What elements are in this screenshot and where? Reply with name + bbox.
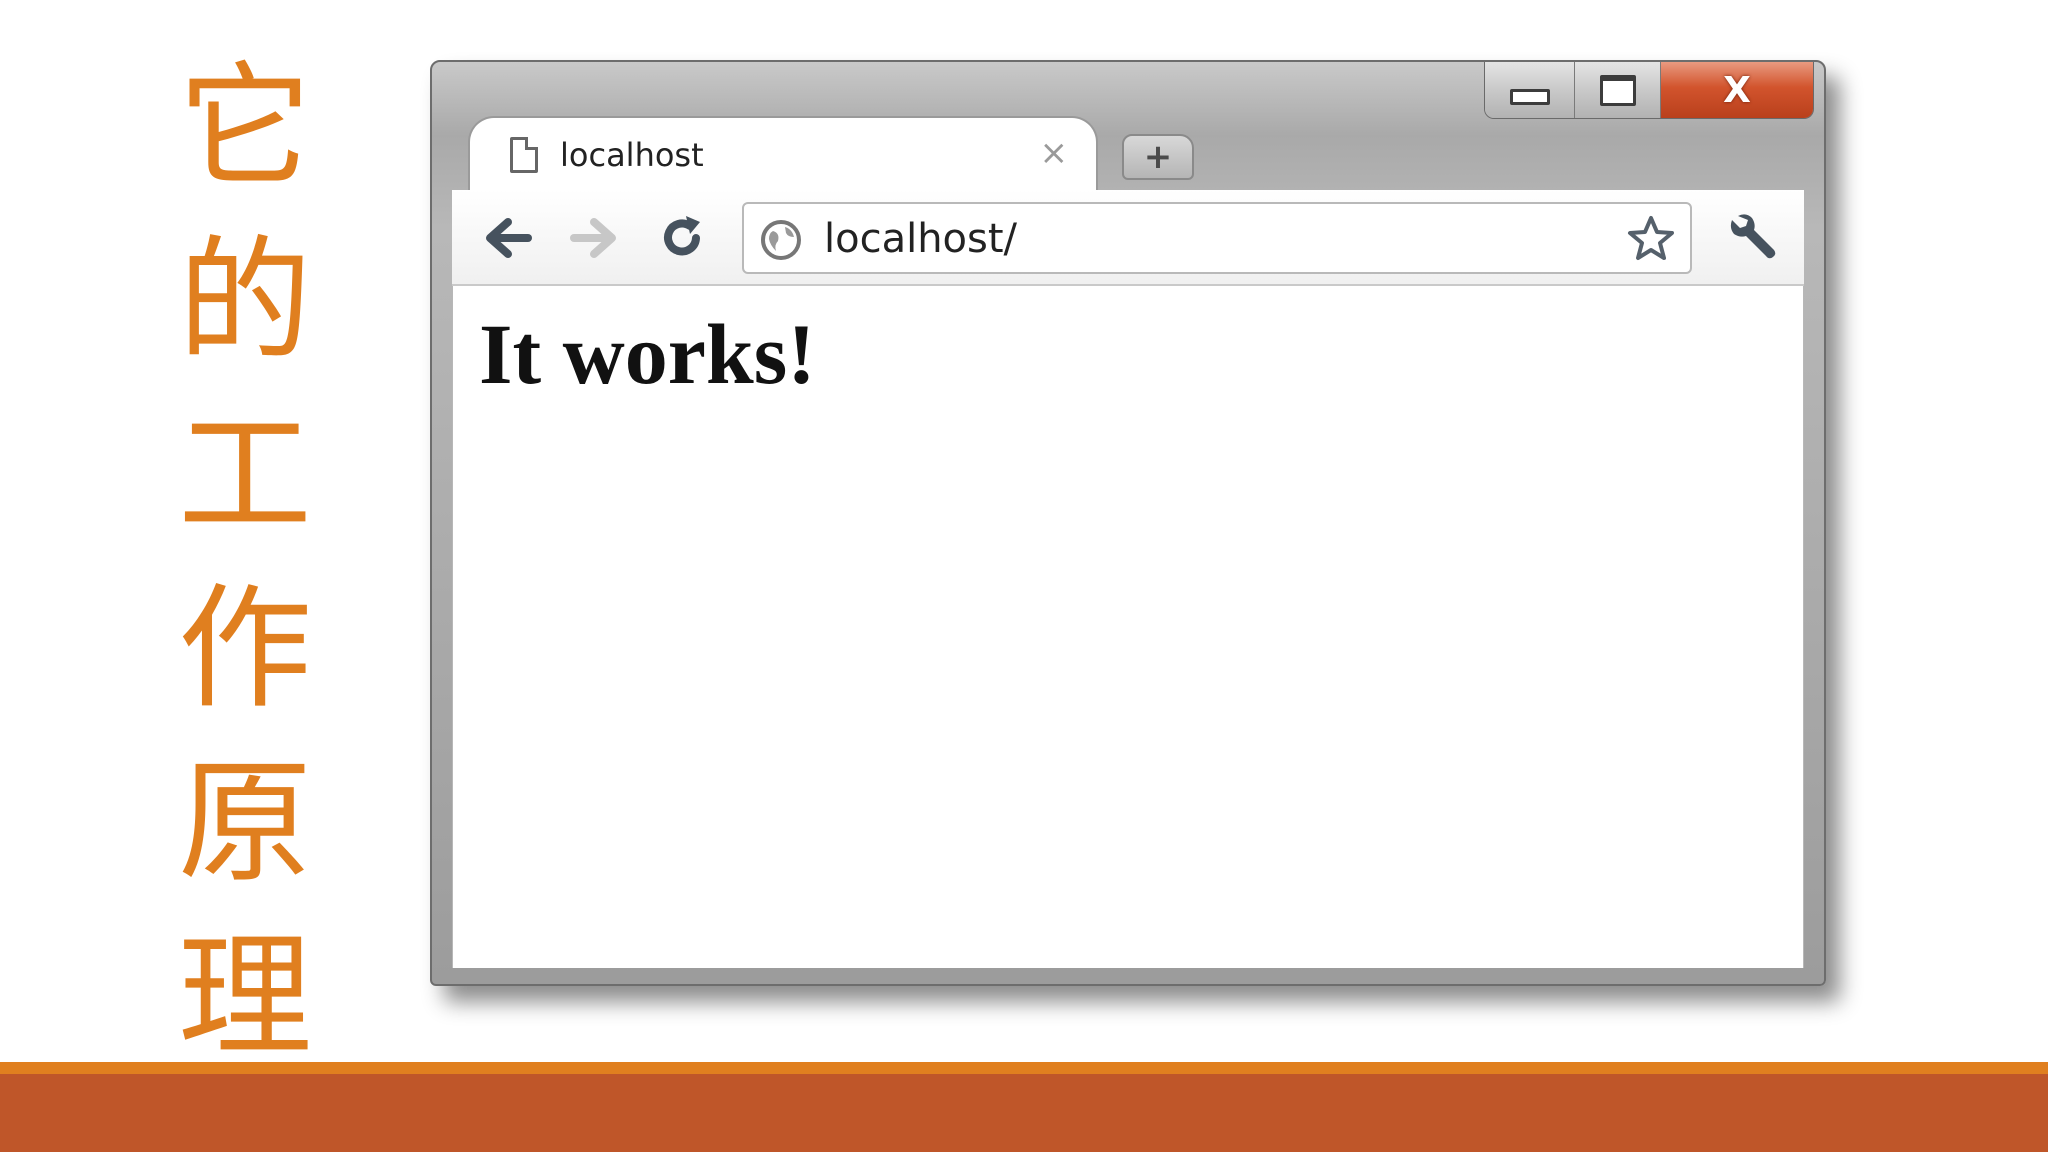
- title-char: 原: [177, 745, 312, 901]
- title-char: 的: [177, 223, 312, 379]
- title-char: 作: [177, 571, 312, 727]
- minimize-icon: [1509, 89, 1550, 105]
- plus-icon: +: [1143, 137, 1173, 177]
- back-arrow-icon: [486, 218, 532, 258]
- browser-tab[interactable]: localhost ×: [468, 116, 1098, 192]
- forward-button[interactable]: [564, 208, 624, 268]
- star-icon[interactable]: [1626, 214, 1676, 264]
- tab-close-icon[interactable]: ×: [1040, 136, 1069, 170]
- page-heading: It works!: [479, 306, 816, 402]
- address-bar-text[interactable]: localhost/: [824, 216, 1017, 262]
- close-icon: X: [1723, 69, 1751, 111]
- reload-button[interactable]: [652, 208, 712, 268]
- browser-window: X localhost × + localhost/ It works!: [430, 60, 1826, 986]
- footer-accent-bar: [0, 1062, 2048, 1074]
- reload-icon: [664, 216, 700, 256]
- page-icon: [510, 137, 538, 173]
- title-char: 它: [177, 49, 312, 205]
- tab-label: localhost: [560, 136, 704, 174]
- window-controls: X: [1484, 62, 1814, 119]
- browser-toolbar: localhost/: [452, 190, 1804, 286]
- close-window-button[interactable]: X: [1661, 62, 1813, 118]
- wrench-icon[interactable]: [1724, 206, 1784, 266]
- globe-icon: [761, 220, 801, 260]
- minimize-button[interactable]: [1485, 62, 1575, 118]
- maximize-icon: [1599, 74, 1636, 106]
- new-tab-button[interactable]: +: [1122, 134, 1194, 180]
- slide-title-vertical: 它 的 工 作 原 理: [170, 40, 320, 1084]
- page-content: It works!: [452, 286, 1804, 968]
- maximize-button[interactable]: [1575, 62, 1661, 118]
- back-button[interactable]: [478, 208, 538, 268]
- title-char: 工: [177, 397, 312, 553]
- address-bar[interactable]: localhost/: [742, 202, 1692, 274]
- title-char: 理: [177, 919, 312, 1075]
- footer-bar: [0, 1074, 2048, 1152]
- forward-arrow-icon: [570, 218, 616, 258]
